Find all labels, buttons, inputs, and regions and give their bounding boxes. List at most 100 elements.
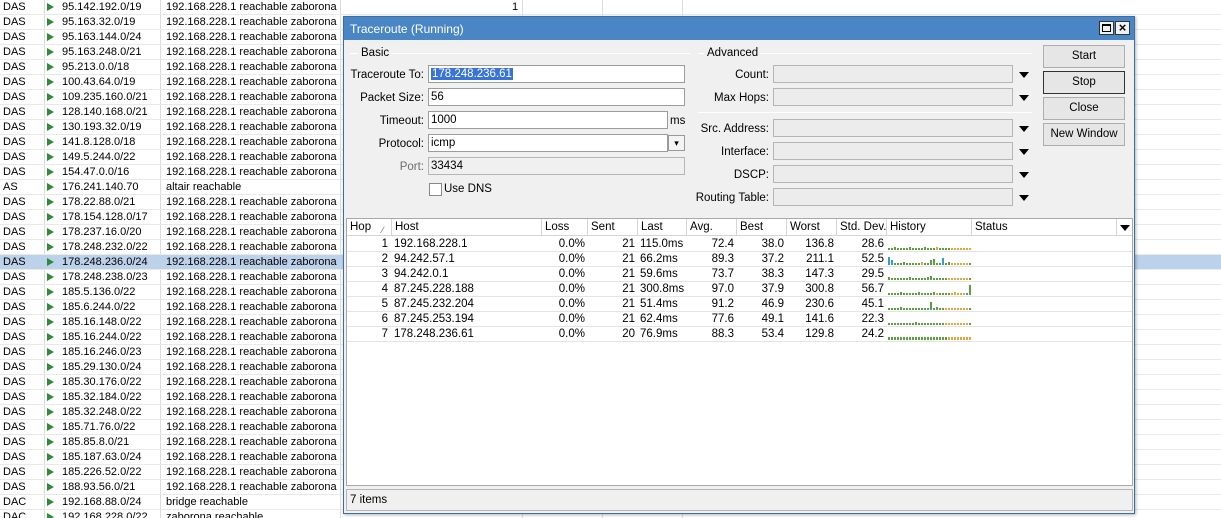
- route-gateway: bridge reachable: [166, 496, 248, 508]
- route-row[interactable]: DAS 95.142.192.0/19 192.168.228.1 reacha…: [0, 0, 1221, 15]
- interface-select[interactable]: [773, 142, 1013, 160]
- route-gateway: 192.168.228.1 reachable zaborona: [166, 241, 337, 253]
- src-address-dropdown-icon[interactable]: [1019, 126, 1029, 132]
- hop-avg: 89.3: [711, 253, 734, 265]
- route-flag: AS: [3, 181, 18, 193]
- src-address-input[interactable]: [773, 119, 1013, 137]
- timeout-input[interactable]: 1000: [428, 111, 668, 129]
- history-bar: [915, 322, 917, 325]
- col-last[interactable]: Last: [638, 219, 687, 236]
- history-bar: [945, 323, 947, 325]
- dscp-dropdown-icon[interactable]: [1019, 172, 1029, 178]
- packet-size-input[interactable]: 56: [428, 88, 685, 106]
- max-hops-dropdown-icon[interactable]: [1019, 95, 1029, 101]
- route-flag: DAS: [3, 226, 26, 238]
- col-avg[interactable]: Avg.: [687, 219, 737, 236]
- route-dst: 95.213.0.0/18: [62, 61, 130, 73]
- count-label: Count:: [735, 69, 769, 81]
- history-bar: [966, 278, 968, 280]
- history-bar: [921, 293, 923, 295]
- table-row[interactable]: 3 94.242.0.1 0.0% 21 59.6ms 73.7 38.3 147.3 29.5: [347, 267, 1132, 282]
- col-host[interactable]: Host: [392, 219, 542, 236]
- hop-last: 59.6ms: [640, 268, 678, 280]
- traceroute-to-input[interactable]: 178.248.236.61: [428, 65, 685, 83]
- start-button[interactable]: Start: [1043, 45, 1125, 68]
- route-active-icon: [47, 18, 54, 26]
- column-menu-button[interactable]: [1116, 219, 1132, 236]
- route-flag: DAS: [3, 136, 26, 148]
- col-best[interactable]: Best: [737, 219, 787, 236]
- route-flag: DAS: [3, 406, 26, 418]
- history-bar: [894, 247, 896, 250]
- history-bar: [900, 292, 902, 295]
- new-window-button[interactable]: New Window: [1043, 123, 1125, 146]
- max-hops-input[interactable]: [773, 88, 1013, 106]
- protocol-label: Protocol:: [378, 138, 424, 150]
- history-bar: [897, 323, 899, 325]
- history-bar: [930, 302, 932, 310]
- route-flag: DAS: [3, 421, 26, 433]
- history-bar: [942, 258, 944, 265]
- basic-section-label: Basic: [361, 47, 390, 59]
- hop-last: 62.4ms: [640, 313, 678, 325]
- col-std-dev[interactable]: Std. Dev.: [837, 219, 887, 236]
- route-gateway: 192.168.228.1 reachable zaborona: [166, 271, 337, 283]
- table-row[interactable]: 7 178.248.236.61 0.0% 20 76.9ms 88.3 53.4 129.8…: [347, 327, 1132, 342]
- col-sent[interactable]: Sent: [588, 219, 638, 236]
- routing-table-dropdown-icon[interactable]: [1019, 195, 1029, 201]
- col-hop[interactable]: Hop ⁄: [347, 219, 392, 236]
- history-bar: [963, 337, 965, 340]
- history-bar: [954, 248, 956, 250]
- col-history[interactable]: History: [887, 219, 972, 236]
- history-bar: [888, 277, 890, 280]
- count-input[interactable]: [773, 65, 1013, 83]
- history-bar: [939, 248, 941, 250]
- history-bar: [900, 307, 902, 310]
- route-flag: DAS: [3, 241, 26, 253]
- route-dst: 185.32.248.0/22: [62, 406, 142, 418]
- route-dst: 141.8.128.0/18: [62, 136, 136, 148]
- history-sparkline: [888, 297, 971, 312]
- table-row[interactable]: 4 87.245.228.188 0.0% 21 300.8ms 97.0 37.9 300.…: [347, 282, 1132, 297]
- route-active-icon: [47, 48, 54, 56]
- use-dns-checkbox[interactable]: [429, 183, 442, 196]
- routing-table-select[interactable]: [773, 188, 1013, 206]
- history-bar: [906, 293, 908, 295]
- count-dropdown-icon[interactable]: [1019, 72, 1029, 78]
- col-status[interactable]: Status: [972, 219, 1116, 236]
- history-bar: [924, 247, 926, 250]
- route-dst: 188.93.56.0/21: [62, 481, 136, 493]
- route-gateway: 192.168.228.1 reachable zaborona: [166, 121, 337, 133]
- close-button[interactable]: Close: [1043, 97, 1125, 120]
- col-worst[interactable]: Worst: [787, 219, 837, 236]
- maximize-button[interactable]: [1099, 21, 1114, 35]
- title-bar[interactable]: Traceroute (Running) ×: [344, 17, 1134, 40]
- hop-loss: 0.0%: [558, 328, 585, 340]
- hop-host: 87.245.253.194: [394, 313, 474, 325]
- table-row[interactable]: 1 192.168.228.1 0.0% 21 115.0ms 72.4 38.0 136.8…: [347, 237, 1132, 252]
- route-gateway: 192.168.228.1 reachable zaborona: [166, 16, 337, 28]
- hop-avg: 91.2: [711, 298, 734, 310]
- interface-dropdown-icon[interactable]: [1019, 149, 1029, 155]
- history-bar: [942, 337, 944, 340]
- protocol-select[interactable]: icmp: [428, 134, 668, 152]
- col-loss[interactable]: Loss: [542, 219, 588, 236]
- stop-button[interactable]: Stop: [1043, 71, 1125, 94]
- routing-table-label: Routing Table:: [695, 192, 769, 204]
- hop-loss: 0.0%: [558, 253, 585, 265]
- route-gateway: 192.168.228.1 reachable zaborona: [166, 391, 337, 403]
- table-row[interactable]: 5 87.245.232.204 0.0% 21 51.4ms 91.2 46.9 230.6…: [347, 297, 1132, 312]
- close-window-button[interactable]: ×: [1115, 21, 1130, 35]
- history-bar: [906, 248, 908, 250]
- route-gateway: 192.168.228.1 reachable zaborona: [166, 346, 337, 358]
- route-flag: DAS: [3, 256, 26, 268]
- route-flag: DAS: [3, 121, 26, 133]
- dscp-input[interactable]: [773, 165, 1013, 183]
- port-input[interactable]: 33434: [428, 157, 685, 175]
- table-row[interactable]: 2 94.242.57.1 0.0% 21 66.2ms 89.3 37.2 211.1 52.…: [347, 252, 1132, 267]
- hops-table[interactable]: Hop ⁄ Host Loss Sent Last Avg. Best Worst…: [346, 218, 1133, 486]
- route-dst: 185.32.184.0/22: [62, 391, 142, 403]
- history-bar: [936, 278, 938, 280]
- table-row[interactable]: 6 87.245.253.194 0.0% 21 62.4ms 77.6 49.1 141.6…: [347, 312, 1132, 327]
- route-gateway: 192.168.228.1 reachable zaborona: [166, 46, 337, 58]
